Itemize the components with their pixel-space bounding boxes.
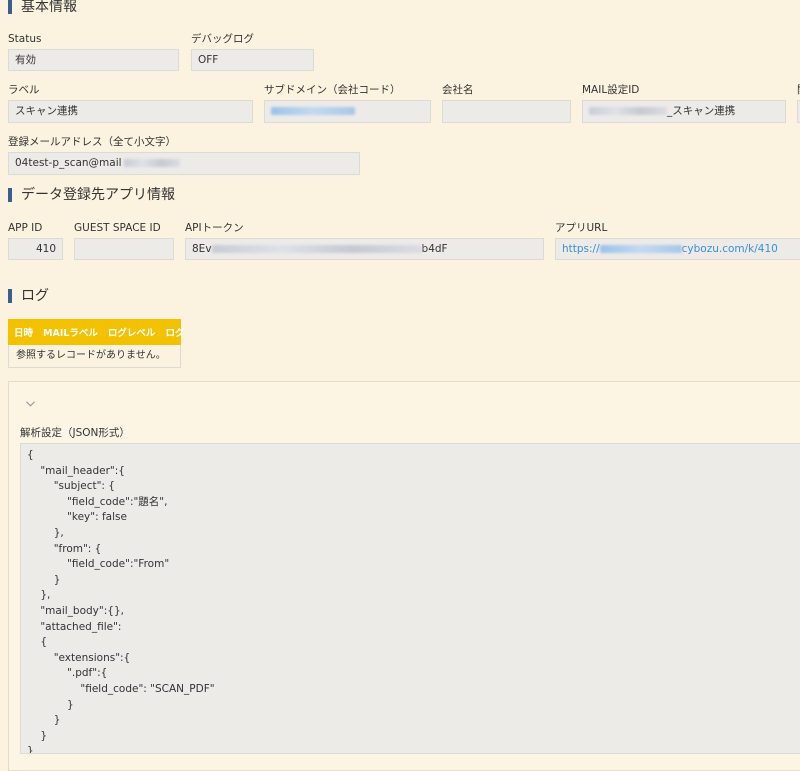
app-url-prefix: https://	[562, 243, 600, 255]
subdomain-field[interactable]	[264, 100, 431, 123]
chevron-down-icon[interactable]	[26, 399, 35, 408]
parse-settings-label: 解析設定（JSON形式）	[20, 427, 130, 439]
app-url-field[interactable]: https:// cybozu.com/k/410	[555, 238, 800, 260]
section-title-log: ログ	[8, 286, 49, 306]
mail-setting-id-label: MAIL設定ID	[582, 84, 640, 96]
log-table-header: 日時 MAILラベル ログレベル ログ	[8, 319, 184, 345]
debug-log-label: デバッグログ	[191, 33, 254, 45]
mail-setting-id-field[interactable]: _スキャン連携	[582, 100, 786, 123]
api-token-field[interactable]: 8Ev b4dF	[185, 238, 544, 260]
app-url-label: アプリURL	[555, 222, 608, 234]
section-title-app: データ登録先アプリ情報	[8, 185, 175, 205]
json-settings-textarea[interactable]: { "mail_header":{ "subject": { "field_co…	[20, 443, 800, 754]
log-col-log[interactable]: ログ	[165, 325, 184, 339]
redacted-text	[211, 245, 422, 253]
mail-setting-id-suffix: _スキャン連携	[667, 105, 736, 117]
reg-email-prefix: 04test-p_scan@mail	[15, 157, 122, 169]
subdomain-label: サブドメイン（会社コード）	[264, 84, 401, 96]
guest-space-id-label: GUEST SPACE ID	[74, 222, 161, 234]
status-label: Status	[8, 33, 42, 45]
status-field[interactable]: 有効	[8, 49, 179, 71]
redacted-text	[123, 159, 180, 167]
section-title-basic: 基本情報	[8, 0, 77, 17]
redacted-text	[599, 245, 682, 253]
log-empty-message: 参照するレコードがありません。	[8, 345, 181, 368]
debug-log-field[interactable]: OFF	[191, 49, 314, 71]
guest-space-id-field[interactable]	[74, 238, 174, 260]
label-field-label: ラベル	[8, 84, 40, 96]
api-token-prefix: 8Ev	[192, 243, 212, 255]
app-id-field[interactable]: 410	[8, 238, 63, 260]
api-token-label: APIトークン	[185, 222, 244, 234]
log-col-datetime[interactable]: 日時	[14, 325, 33, 339]
app-url-suffix: cybozu.com/k/410	[681, 243, 778, 255]
app-id-label: APP ID	[8, 222, 43, 234]
company-name-field[interactable]	[442, 100, 571, 123]
company-name-label: 会社名	[442, 84, 474, 96]
log-col-mail-label[interactable]: MAILラベル	[43, 325, 98, 339]
redacted-text	[271, 107, 355, 115]
label-field[interactable]: スキャン連携	[8, 100, 253, 123]
reg-email-label: 登録メールアドレス（全て小文字）	[8, 136, 176, 148]
redacted-text	[589, 107, 667, 115]
reg-email-field[interactable]: 04test-p_scan@mail	[8, 152, 360, 175]
api-token-suffix: b4dF	[421, 243, 448, 255]
log-col-log-level[interactable]: ログレベル	[108, 325, 156, 339]
